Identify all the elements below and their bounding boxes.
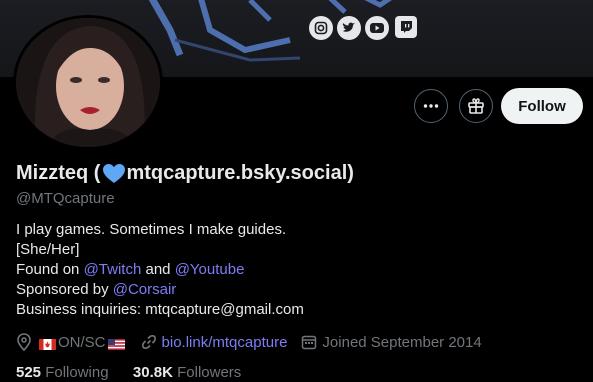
profile-meta: ON/SC bio.link/mtqcapture Joined Septemb… [16, 333, 496, 351]
followers-label: Followers [172, 364, 242, 381]
follow-button[interactable]: Follow [501, 88, 583, 124]
calendar-icon [302, 335, 317, 350]
found-on-text: Found on [16, 261, 84, 278]
avatar-portrait [16, 18, 160, 147]
blue-heart-icon [103, 163, 126, 183]
bio-business: Business inquiries: mtqcapture@gmail.com [16, 301, 304, 318]
bio-sponsor: Sponsored by @Corsair [16, 280, 304, 300]
bio-line: I play games. Sometimes I make guides. [16, 221, 287, 238]
and-text: and [141, 261, 175, 278]
link-icon [141, 335, 156, 349]
user-handle: @MTQcapture [16, 190, 115, 207]
sponsored-by-text: Sponsored by [16, 281, 113, 298]
location-text: ON/SC [58, 333, 106, 351]
corsair-mention-link[interactable]: @Corsair [113, 281, 177, 298]
more-icon [423, 104, 439, 108]
avatar[interactable] [13, 15, 163, 150]
canada-flag-icon [39, 337, 56, 350]
youtube-icon [365, 16, 389, 40]
followers-link[interactable]: 30.8K Followers [133, 364, 241, 381]
display-name-prefix: Mizzteq ( [16, 162, 101, 184]
twitter-bird-icon [337, 16, 361, 40]
instagram-icon [309, 16, 333, 40]
bio-found-on: Found on @Twitch and @Youtube [16, 260, 304, 280]
following-link[interactable]: 525 Following [16, 364, 109, 381]
bio: I play games. Sometimes I make guides. [… [16, 220, 304, 320]
display-name-suffix: mtqcapture.bsky.social) [126, 162, 354, 184]
bio-pronouns: [She/Her] [16, 241, 80, 258]
youtube-mention-link[interactable]: @Youtube [175, 261, 245, 278]
twitch-icon [395, 16, 417, 38]
followers-count: 30.8K [132, 364, 173, 381]
us-flag-icon [107, 337, 125, 350]
gift-icon [468, 98, 484, 114]
location-icon [17, 333, 31, 351]
following-label: Following [41, 364, 109, 381]
display-name: Mizzteq ( mtqcapture.bsky.social) [16, 162, 354, 185]
gift-button[interactable] [459, 89, 493, 123]
following-count: 525 [16, 364, 42, 381]
more-button[interactable] [414, 89, 448, 123]
website[interactable]: bio.link/mtqcapture [141, 334, 288, 351]
follow-stats: 525 Following 30.8K Followers [16, 364, 241, 381]
twitch-mention-link[interactable]: @Twitch [84, 261, 142, 278]
join-date: Joined September 2014 [301, 333, 482, 351]
location: ON/SC [16, 333, 127, 351]
joined-text: Joined September 2014 [322, 333, 482, 351]
website-link[interactable]: bio.link/mtqcapture [162, 334, 288, 351]
